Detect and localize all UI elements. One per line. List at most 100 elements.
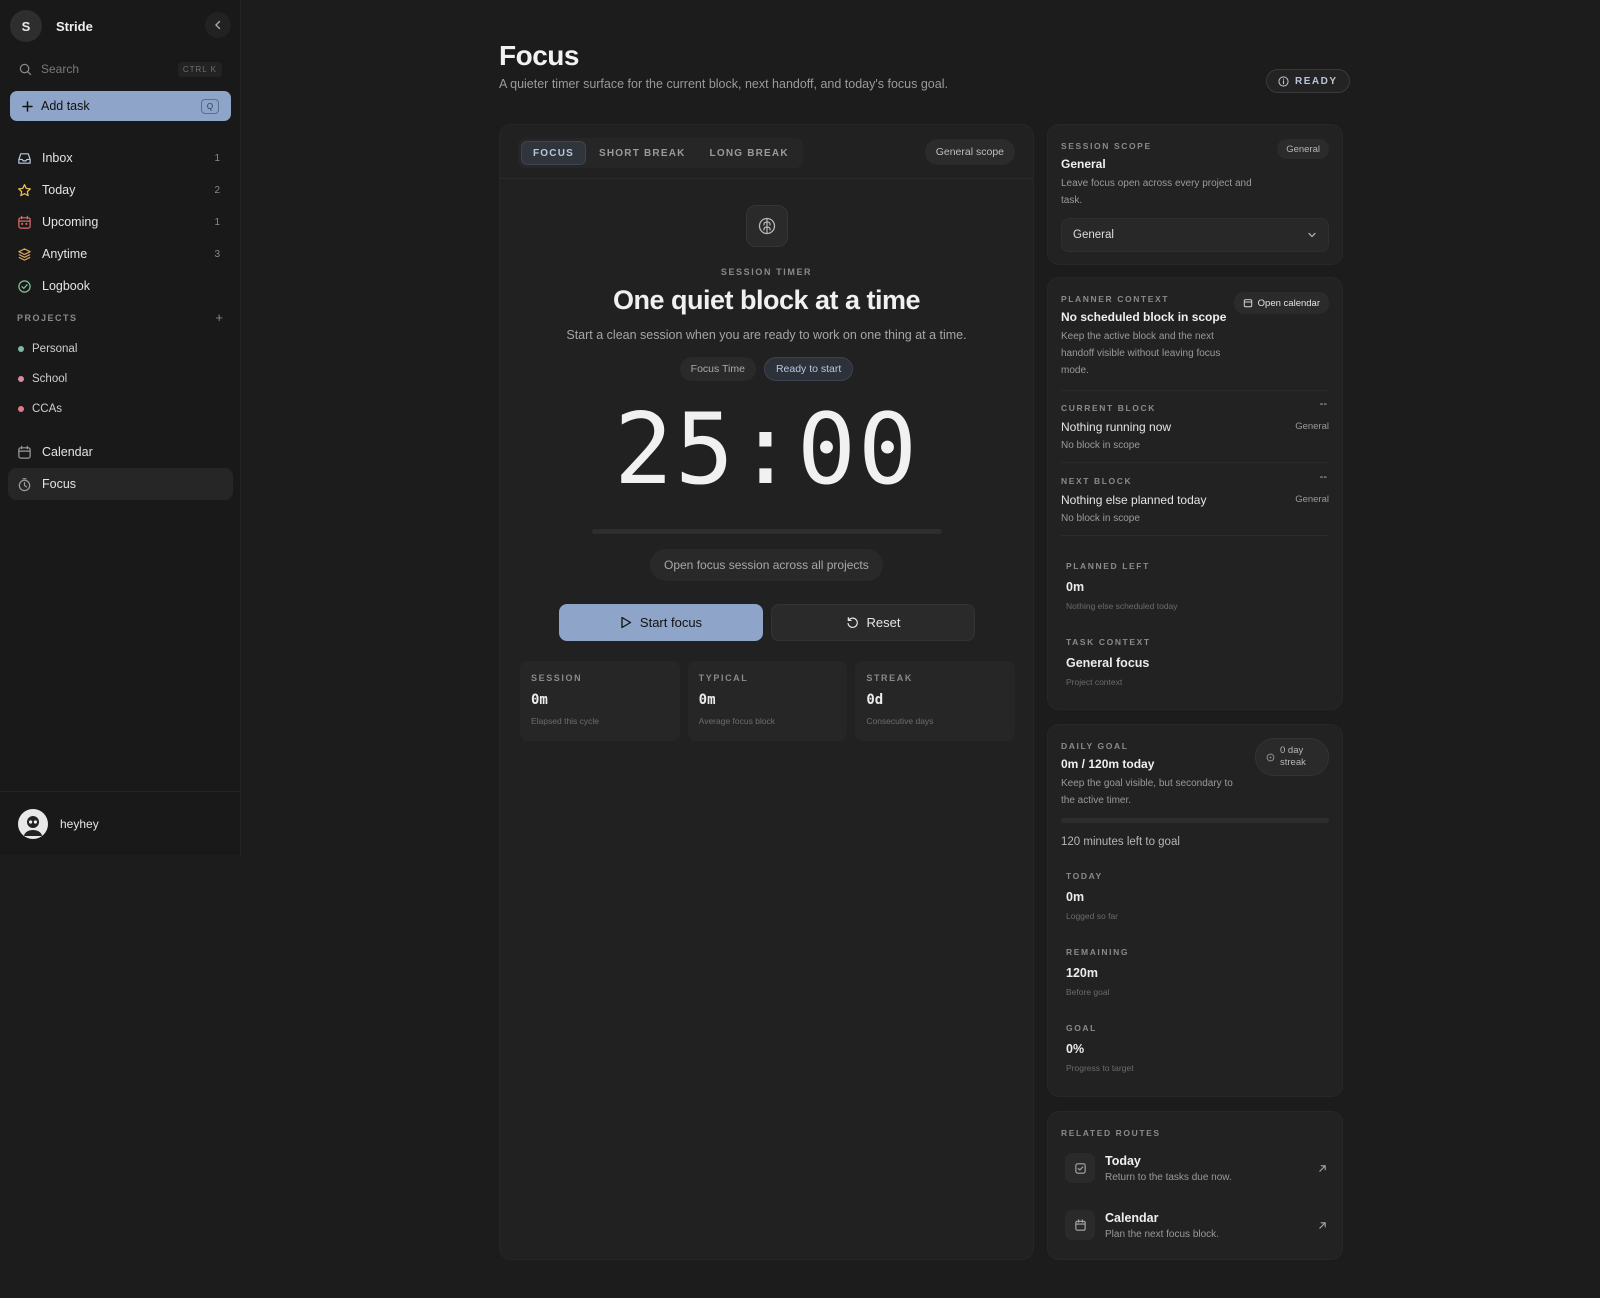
timer-heading: One quiet block at a time	[612, 285, 921, 315]
task-context-note: Project context	[1066, 677, 1123, 687]
project-item-ccas[interactable]: CCAs	[12, 394, 232, 424]
sidebar-item-label: Inbox	[42, 151, 73, 165]
search-placeholder: Search	[41, 62, 80, 76]
tab-short-break[interactable]: SHORT BREAK	[588, 141, 697, 165]
sidebar-item-label: Focus	[42, 477, 77, 491]
project-label: Personal	[32, 343, 78, 355]
goal-stat: GOAL 0% Progress to target	[1066, 1023, 1134, 1073]
stat-note: Average focus block	[698, 716, 776, 726]
sidebar-item-count: 1	[214, 216, 220, 228]
remaining-stat: REMAINING 120m Before goal	[1066, 947, 1129, 997]
remaining-value: 120m	[1066, 966, 1098, 980]
next-block-tag: General	[1295, 494, 1329, 505]
secondary-nav: Calendar Focus	[8, 436, 233, 500]
sidebar-item-count: 1	[214, 152, 220, 164]
route-desc: Plan the next focus block.	[1105, 1228, 1219, 1240]
collapse-sidebar-button[interactable]	[205, 12, 231, 38]
project-color-dot	[18, 406, 24, 412]
timer-subheading: Start a clean session when you are ready…	[566, 328, 967, 342]
route-today[interactable]: Today Return to the tasks due now.	[1065, 1148, 1327, 1188]
stat-value: 0m	[531, 692, 548, 708]
divider	[500, 178, 1033, 179]
scope-note: Open focus session across all projects	[650, 549, 883, 581]
sidebar-item-count: 3	[214, 248, 220, 260]
arrow-up-right-icon	[1319, 1221, 1326, 1229]
tab-long-break[interactable]: LONG BREAK	[699, 141, 800, 165]
sidebar-item-today[interactable]: Today 2	[8, 174, 233, 206]
scope-select[interactable]: General	[1061, 218, 1329, 252]
related-routes-card: RELATED ROUTES Today Return to the tasks…	[1047, 1111, 1343, 1260]
workspace-switcher[interactable]: S Stride	[10, 10, 93, 42]
next-block-title: Nothing else planned today	[1061, 493, 1207, 507]
sidebar-item-inbox[interactable]: Inbox 1	[8, 142, 233, 174]
stat-note: Elapsed this cycle	[531, 716, 600, 726]
session-scope-desc: Leave focus open across every project an…	[1061, 178, 1252, 206]
timer-panel: FOCUS SHORT BREAK LONG BREAK General sco…	[499, 124, 1034, 1260]
start-focus-button[interactable]: Start focus	[559, 604, 763, 641]
remaining-label: REMAINING	[1066, 947, 1130, 957]
chevron-left-icon	[215, 20, 221, 30]
stat-value: 0d	[866, 692, 884, 708]
sidebar-item-anytime[interactable]: Anytime 3	[8, 238, 233, 270]
goal-progress-bar	[1061, 818, 1329, 823]
today-note: Logged so far	[1066, 911, 1118, 921]
route-calendar[interactable]: Calendar Plan the next focus block.	[1065, 1205, 1327, 1245]
flame-icon	[1266, 753, 1275, 761]
reset-button[interactable]: Reset	[771, 604, 975, 641]
project-label: School	[32, 373, 68, 385]
add-project-button[interactable]: +	[215, 310, 223, 325]
calendar-icon	[17, 445, 32, 460]
divider	[1061, 462, 1329, 463]
next-block-note: No block in scope	[1061, 513, 1140, 524]
goal-left-text: 120 minutes left to goal	[1061, 836, 1180, 848]
calendar-icon	[1065, 1210, 1095, 1240]
workspace-name: Stride	[56, 18, 93, 34]
session-stats: SESSION 0m Elapsed this cycle TYPICAL 0m…	[520, 661, 1016, 741]
sidebar-item-focus[interactable]: Focus	[8, 468, 233, 500]
primary-nav: Inbox 1 Today 2 Upcoming 1 Anytime 3 Log…	[8, 142, 233, 302]
planner-title: No scheduled block in scope	[1061, 310, 1227, 324]
search-input[interactable]: Search CTRL K	[10, 55, 231, 83]
planned-left-stat: PLANNED LEFT 0m Nothing else scheduled t…	[1066, 561, 1178, 611]
divider	[1061, 390, 1329, 391]
tab-focus[interactable]: FOCUS	[521, 141, 586, 165]
stat-card-streak: STREAK 0d Consecutive days	[855, 661, 1016, 741]
sidebar: S Stride Search CTRL K Add task Q Inbox …	[0, 0, 241, 855]
sidebar-item-label: Upcoming	[42, 215, 99, 229]
streak-label: streak	[1280, 757, 1306, 768]
play-icon	[621, 616, 632, 629]
goal-label: GOAL	[1066, 1023, 1097, 1033]
session-scope-title: General	[1061, 157, 1106, 171]
sidebar-item-logbook[interactable]: Logbook	[8, 270, 233, 302]
add-task-label: Add task	[41, 99, 90, 113]
current-block-eyebrow: CURRENT BLOCK	[1061, 403, 1156, 413]
stat-label: TYPICAL	[698, 673, 749, 683]
reset-icon	[846, 617, 858, 629]
checkbox-icon	[1065, 1153, 1095, 1183]
stat-card-typical: TYPICAL 0m Average focus block	[687, 661, 848, 741]
sidebar-item-upcoming[interactable]: Upcoming 1	[8, 206, 233, 238]
stat-label: SESSION	[531, 673, 583, 683]
project-item-school[interactable]: School	[12, 364, 232, 394]
today-stat: TODAY 0m Logged so far	[1066, 871, 1118, 921]
stat-value: 0m	[698, 692, 716, 708]
current-block-tag: General	[1295, 421, 1329, 432]
session-scope-eyebrow: SESSION SCOPE	[1061, 141, 1152, 151]
sidebar-item-calendar[interactable]: Calendar	[8, 436, 233, 468]
projects-heading-label: PROJECTS	[17, 313, 78, 323]
daily-goal-eyebrow: DAILY GOAL	[1061, 741, 1129, 751]
daily-goal-desc: Keep the goal visible, but secondary to …	[1061, 778, 1233, 806]
page-title: Focus	[499, 40, 579, 71]
remaining-note: Before goal	[1066, 987, 1110, 997]
scope-pill[interactable]: General scope	[924, 139, 1015, 165]
add-task-button[interactable]: Add task Q	[10, 91, 231, 121]
user-profile[interactable]: heyhey	[0, 791, 241, 855]
timer-icon	[17, 477, 32, 492]
open-calendar-button[interactable]: Open calendar	[1233, 292, 1329, 314]
project-item-personal[interactable]: Personal	[12, 334, 232, 364]
add-task-shortcut: Q	[201, 98, 219, 114]
route-title: Today	[1105, 1153, 1141, 1168]
timer-display: 25:00	[613, 393, 919, 507]
divider	[1061, 535, 1329, 536]
session-timer-eyebrow: SESSION TIMER	[720, 267, 813, 277]
